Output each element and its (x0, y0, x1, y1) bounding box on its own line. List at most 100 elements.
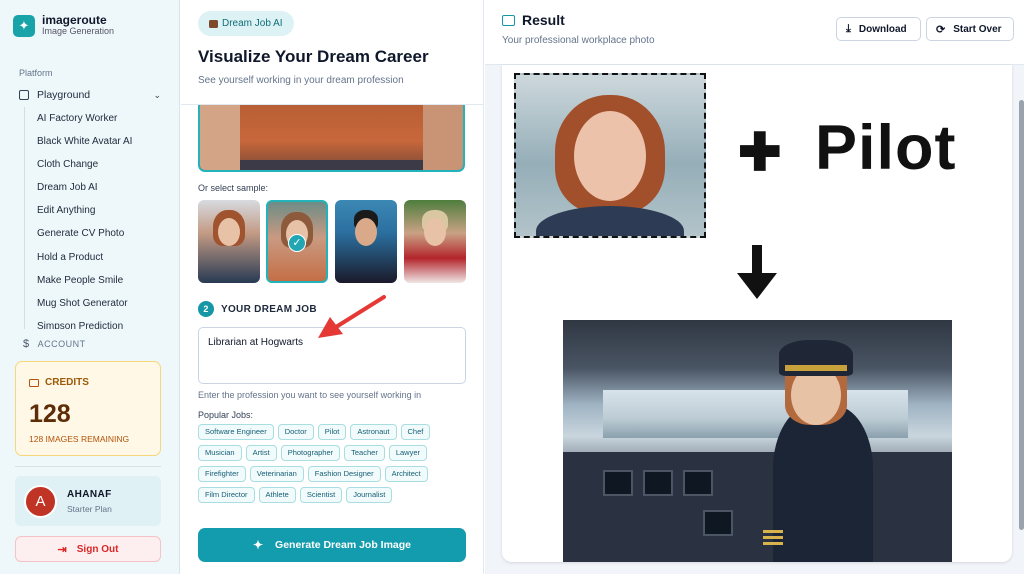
chip-row: Firefighter Veterinarian Fashion Designe… (198, 466, 428, 482)
generate-button[interactable]: ✦ Generate Dream Job Image (198, 528, 466, 562)
dream-job-form-panel: Dream Job AI Visualize Your Dream Career… (181, 0, 484, 574)
sidebar-item-playground[interactable]: Playground ⌄ (19, 89, 161, 101)
job-chip[interactable]: Film Director (198, 487, 255, 503)
generate-label: Generate Dream Job Image (275, 539, 412, 551)
job-chip[interactable]: Artist (245, 445, 277, 461)
sidebar-item-dream-job-ai[interactable]: Dream Job AI (25, 176, 164, 199)
portrait-face (574, 111, 646, 201)
cockpit-screen (683, 470, 713, 496)
sample-thumb-1[interactable] (198, 200, 260, 283)
sidebar-item-make-people-smile[interactable]: Make People Smile (25, 269, 164, 292)
chip-row: Software Engineer Doctor Pilot Astronaut… (198, 424, 431, 440)
chip-row: Film Director Athlete Scientist Journali… (198, 487, 393, 503)
brand-subtitle: Image Generation (42, 26, 115, 37)
sidebar-item-ai-factory-worker[interactable]: AI Factory Worker (25, 107, 164, 130)
refresh-icon: ⟳ (936, 23, 946, 36)
result-panel: Result Your professional workplace photo… (485, 0, 1024, 574)
job-chip[interactable]: Doctor (277, 424, 314, 440)
dollar-icon: $ (23, 338, 30, 350)
job-chip[interactable]: Chef (400, 424, 431, 440)
job-chip[interactable]: Fashion Designer (307, 466, 381, 482)
download-button[interactable]: ⤓ Download (836, 17, 921, 41)
plus-icon: ✚ (738, 124, 782, 182)
cockpit-screen (603, 470, 633, 496)
job-chip[interactable]: Software Engineer (198, 424, 274, 440)
sidebar-item-cloth-change[interactable]: Cloth Change (25, 153, 164, 176)
scrollbar[interactable] (1019, 100, 1024, 530)
thumb-face (355, 218, 377, 246)
job-chip[interactable]: Teacher (344, 445, 385, 461)
credits-label: CREDITS (45, 377, 89, 388)
thumb-face (424, 218, 446, 246)
credits-count: 128 (29, 400, 71, 428)
result-image[interactable]: ✚ Pilot (502, 65, 1012, 562)
photo-arm-right (423, 105, 463, 170)
sample-thumb-3[interactable] (335, 200, 397, 283)
credits-label-row: CREDITS (29, 377, 89, 388)
credits-remaining: 128 IMAGES REMAINING (29, 434, 130, 444)
sidebar-item-simpson-prediction[interactable]: Simpson Prediction (25, 315, 164, 329)
pilot-cap-band (785, 365, 847, 371)
sleeve-stripe (763, 542, 783, 545)
user-plan: Starter Plan (67, 504, 112, 514)
start-over-button[interactable]: ⟳ Start Over (926, 17, 1014, 41)
job-chip[interactable]: Scientist (299, 487, 343, 503)
dream-job-input[interactable]: Librarian at Hogwarts (198, 327, 466, 384)
sidebar-item-hold-a-product[interactable]: Hold a Product (25, 246, 164, 269)
job-chip[interactable]: Astronaut (350, 424, 397, 440)
playground-submenu: AI Factory Worker Black White Avatar AI … (24, 107, 164, 329)
sidebar-item-black-white-avatar[interactable]: Black White Avatar AI (25, 130, 164, 153)
sample-thumb-2-selected[interactable]: ✓ (266, 200, 328, 283)
generated-pilot-photo (563, 320, 952, 562)
step-label: YOUR DREAM JOB (221, 303, 317, 315)
job-chip[interactable]: Veterinarian (249, 466, 304, 482)
sleeve-stripe (763, 536, 783, 539)
job-chip[interactable]: Lawyer (388, 445, 428, 461)
sign-out-button[interactable]: ⇥ Sign Out (15, 536, 161, 562)
dream-job-tag: Dream Job AI (198, 11, 294, 36)
account-label: ACCOUNT (37, 339, 86, 349)
photo-arm-left (200, 105, 240, 170)
sidebar-item-generate-cv-photo[interactable]: Generate CV Photo (25, 222, 164, 245)
job-chip[interactable]: Musician (198, 445, 242, 461)
chip-row: Musician Artist Photographer Teacher Law… (198, 445, 428, 461)
source-portrait (514, 73, 706, 238)
result-canvas: ✚ Pilot (485, 65, 1024, 574)
job-chip[interactable]: Firefighter (198, 466, 246, 482)
sample-gallery: ✓ (198, 200, 466, 283)
cockpit-screen (703, 510, 733, 536)
credits-card: CREDITS 128 128 IMAGES REMAINING (15, 361, 161, 456)
thumb-face (218, 218, 240, 246)
uploaded-photo-preview[interactable] (198, 105, 465, 172)
sidebar-item-mug-shot-generator[interactable]: Mug Shot Generator (25, 292, 164, 315)
job-chip[interactable]: Athlete (258, 487, 296, 503)
step-header: 2 YOUR DREAM JOB (198, 301, 317, 317)
divider (15, 466, 161, 467)
job-chip[interactable]: Architect (384, 466, 428, 482)
chevron-down-icon: ⌄ (153, 89, 161, 100)
input-hint: Enter the profession you want to see you… (198, 390, 422, 400)
job-word: Pilot (815, 113, 957, 183)
sleeve-stripe (763, 530, 783, 533)
user-card[interactable]: A AHANAF Starter Plan (15, 476, 161, 526)
sparkle-icon: ✦ (13, 14, 35, 37)
user-name: AHANAF (67, 489, 112, 500)
download-icon: ⤓ (846, 22, 851, 35)
sidebar-item-label: Playground (37, 89, 91, 101)
brand[interactable]: ✦ imageroute Image Generation (13, 13, 115, 37)
sample-thumb-4[interactable] (404, 200, 466, 283)
pilot-body (773, 405, 873, 562)
job-chip[interactable]: Pilot (317, 424, 347, 440)
avatar: A (24, 485, 57, 518)
check-icon: ✓ (288, 233, 306, 252)
job-chip[interactable]: Journalist (346, 487, 393, 503)
sidebar: ✦ imageroute Image Generation Platform P… (0, 0, 180, 574)
sparkle-icon: ✦ (252, 538, 264, 552)
page-title: Visualize Your Dream Career (198, 47, 429, 66)
portrait-shoulders (536, 206, 684, 236)
cockpit-panel (563, 452, 952, 562)
account-section-label: $ ACCOUNT (23, 338, 86, 350)
section-label-platform: Platform (19, 68, 53, 78)
job-chip[interactable]: Photographer (280, 445, 341, 461)
sidebar-item-edit-anything[interactable]: Edit Anything (25, 199, 164, 222)
